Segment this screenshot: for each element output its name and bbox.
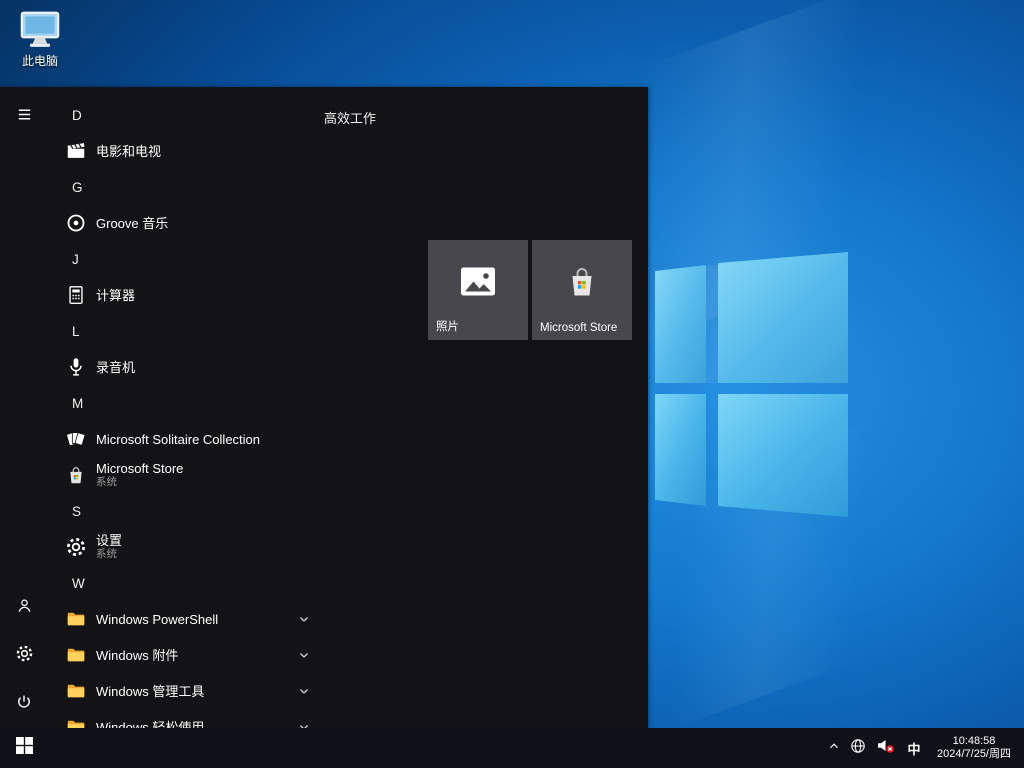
folder-label: Windows PowerShell (96, 612, 218, 627)
section-letter-label: D (72, 108, 82, 123)
store-bag-icon (565, 265, 599, 304)
app-label: 计算器 (96, 288, 135, 303)
ime-indicator[interactable]: 中 (900, 728, 928, 768)
app-list: D 电影和电视 G Groove 音乐 J 计算器 (48, 87, 324, 728)
expand-menu-button[interactable] (0, 93, 48, 141)
app-item-groove-music[interactable]: Groove 音乐 (48, 205, 324, 241)
app-item-solitaire[interactable]: Microsoft Solitaire Collection (48, 421, 324, 457)
folder-icon (64, 715, 88, 728)
section-letter-label: S (72, 504, 81, 519)
desktop: 此电脑 (0, 0, 1024, 768)
folder-item-windows-admin-tools[interactable]: Windows 管理工具 (48, 673, 324, 709)
app-label: Groove 音乐 (96, 216, 168, 231)
folder-item-windows-ease-of-access[interactable]: Windows 轻松使用 (48, 709, 324, 728)
this-pc-desktop-icon[interactable]: 此电脑 (8, 10, 72, 69)
gear-icon (15, 644, 34, 668)
ime-label: 中 (907, 739, 920, 758)
clock-date: 2024/7/25/周四 (937, 748, 1011, 762)
folder-item-windows-accessories[interactable]: Windows 附件 (48, 637, 324, 673)
app-item-movies-tv[interactable]: 电影和电视 (48, 133, 324, 169)
chevron-down-icon[interactable] (296, 719, 312, 728)
volume-muted-button[interactable] (870, 728, 900, 768)
section-letter-m[interactable]: M (48, 385, 324, 421)
app-label: Microsoft Store (96, 461, 183, 476)
computer-monitor-icon (18, 10, 62, 50)
user-account-button[interactable] (0, 584, 48, 632)
folder-label: Windows 轻松使用 (96, 720, 204, 729)
section-letter-label: G (72, 180, 83, 195)
calculator-icon (64, 283, 88, 307)
section-letter-label: L (72, 324, 80, 339)
volume-muted-icon (876, 737, 895, 759)
taskbar: 中 10:48:58 2024/7/25/周四 (0, 728, 1024, 768)
hamburger-icon (16, 106, 33, 128)
tile-label: 照片 (436, 318, 459, 334)
tiles-panel: 高效工作 照片 Microsoft Store (324, 87, 648, 728)
globe-network-icon (850, 738, 866, 759)
folder-icon (64, 607, 88, 631)
settings-button[interactable] (0, 632, 48, 680)
chevron-down-icon[interactable] (296, 647, 312, 663)
chevron-down-icon[interactable] (296, 683, 312, 699)
network-status-button[interactable] (846, 728, 870, 768)
clock-time: 10:48:58 (953, 735, 996, 749)
app-item-microsoft-store[interactable]: Microsoft Store 系统 (48, 457, 324, 493)
start-menu-rail (0, 87, 48, 728)
folder-label: Windows 附件 (96, 648, 178, 663)
folder-item-windows-powershell[interactable]: Windows PowerShell (48, 601, 324, 637)
windows-logo-wallpaper (640, 240, 860, 530)
power-icon (15, 693, 33, 716)
section-letter-label: W (72, 576, 85, 591)
section-letter-label: J (72, 252, 79, 267)
app-item-settings[interactable]: 设置 系统 (48, 529, 324, 565)
start-menu: D 电影和电视 G Groove 音乐 J 计算器 (0, 87, 648, 728)
section-letter-label: M (72, 396, 83, 411)
system-tray: 中 10:48:58 2024/7/25/周四 (822, 728, 1024, 768)
taskbar-clock[interactable]: 10:48:58 2024/7/25/周四 (928, 728, 1024, 768)
app-label: 电影和电视 (96, 144, 161, 159)
section-letter-g[interactable]: G (48, 169, 324, 205)
solitaire-icon (64, 427, 88, 451)
app-label: 设置 (96, 533, 122, 548)
section-letter-w[interactable]: W (48, 565, 324, 601)
tile-microsoft-store[interactable]: Microsoft Store (532, 240, 632, 340)
section-letter-d[interactable]: D (48, 97, 324, 133)
tile-photos[interactable]: 照片 (428, 240, 528, 340)
folder-label: Windows 管理工具 (96, 684, 204, 699)
chevron-up-icon (827, 739, 841, 758)
power-button[interactable] (0, 680, 48, 728)
section-letter-j[interactable]: J (48, 241, 324, 277)
app-sublabel: 系统 (96, 476, 183, 489)
show-hidden-icons-button[interactable] (822, 728, 846, 768)
app-sublabel: 系统 (96, 548, 122, 561)
section-letter-l[interactable]: L (48, 313, 324, 349)
tile-label: Microsoft Store (540, 322, 617, 334)
app-label: 录音机 (96, 360, 135, 375)
start-button[interactable] (0, 728, 48, 768)
folder-icon (64, 643, 88, 667)
app-item-calculator[interactable]: 计算器 (48, 277, 324, 313)
voice-recorder-icon (64, 355, 88, 379)
app-label: Microsoft Solitaire Collection (96, 432, 260, 447)
settings-gear-icon (64, 535, 88, 559)
folder-icon (64, 679, 88, 703)
photos-icon (459, 266, 497, 303)
tile-row: 照片 Microsoft Store (428, 240, 632, 340)
app-item-voice-recorder[interactable]: 录音机 (48, 349, 324, 385)
tile-group-title[interactable]: 高效工作 (324, 108, 376, 127)
chevron-down-icon[interactable] (296, 611, 312, 627)
windows-logo-icon (16, 737, 33, 759)
this-pc-label: 此电脑 (22, 54, 58, 68)
movies-tv-icon (64, 139, 88, 163)
user-icon (15, 596, 34, 620)
groove-music-icon (64, 211, 88, 235)
section-letter-s[interactable]: S (48, 493, 324, 529)
store-bag-icon (64, 463, 88, 487)
